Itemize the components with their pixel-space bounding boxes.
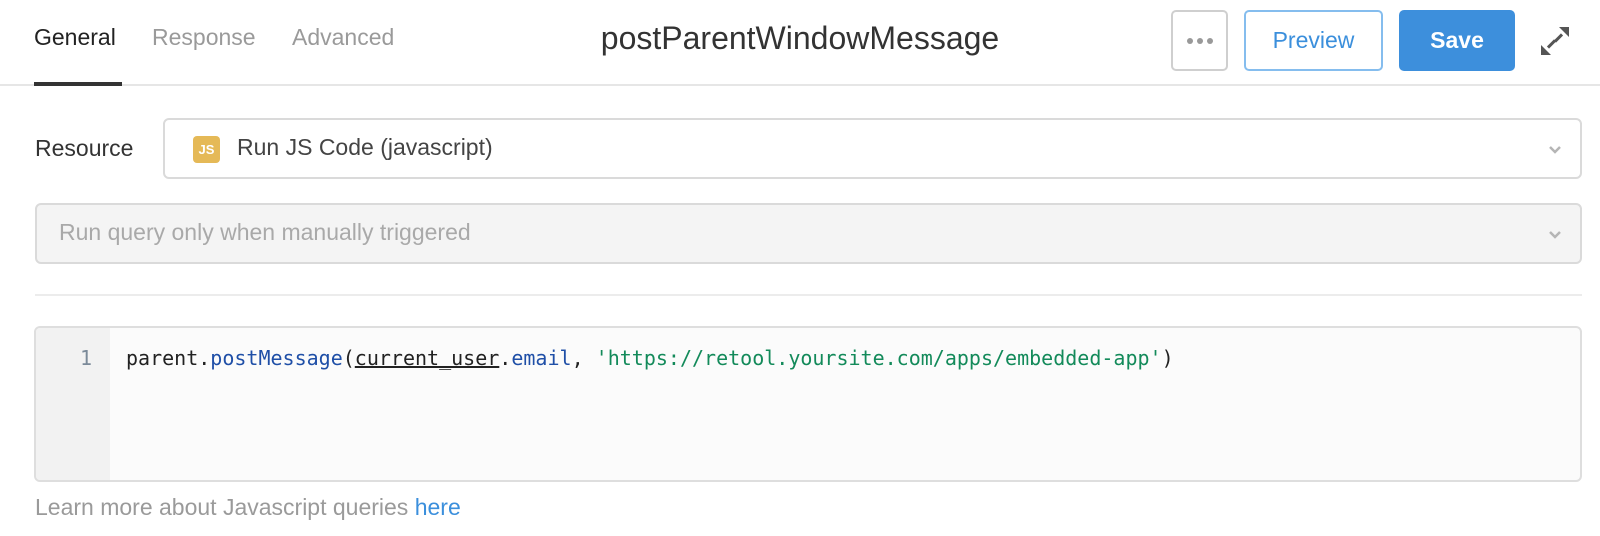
trigger-mode-value: Run query only when manually triggered: [59, 219, 471, 245]
code-token-dot: .: [499, 346, 512, 370]
code-token-string: 'https://retool.yoursite.com/apps/embedd…: [595, 346, 1162, 370]
tab-advanced[interactable]: Advanced: [292, 24, 394, 51]
code-token-paren-close: ): [1161, 346, 1174, 370]
help-text-body: Learn more about Javascript queries: [35, 494, 415, 520]
expand-arrows-icon[interactable]: [1540, 26, 1570, 56]
resource-value: Run JS Code (javascript): [237, 134, 493, 160]
ellipsis-icon: [1186, 37, 1213, 44]
help-link[interactable]: here: [415, 494, 461, 520]
resource-label: Resource: [35, 135, 134, 161]
query-editor-header: General Response Advanced postParentWind…: [0, 0, 1600, 86]
line-number: 1: [80, 346, 93, 370]
query-title[interactable]: postParentWindowMessage: [601, 20, 999, 56]
trigger-mode-select[interactable]: Run query only when manually triggered: [35, 203, 1582, 264]
code-token-variable: current_user: [354, 346, 500, 370]
tab-general[interactable]: General: [34, 24, 116, 51]
code-token-paren-open: (: [342, 346, 355, 370]
line-gutter: [36, 328, 110, 480]
save-button[interactable]: Save: [1399, 10, 1515, 71]
chevron-down-icon: [1549, 231, 1561, 239]
resource-select[interactable]: JS Run JS Code (javascript): [163, 118, 1582, 179]
code-token-property: email: [511, 346, 572, 370]
code-editor[interactable]: 1 parent.postMessage(current_user.email,…: [34, 326, 1582, 482]
chevron-down-icon: [1549, 146, 1561, 154]
help-text: Learn more about Javascript queries here: [35, 494, 461, 521]
section-divider: [35, 294, 1582, 296]
active-tab-indicator: [34, 82, 122, 86]
javascript-icon: JS: [193, 136, 220, 163]
preview-button[interactable]: Preview: [1244, 10, 1383, 71]
code-line[interactable]: parent.postMessage(current_user.email, '…: [126, 346, 1174, 370]
code-token-comma: ,: [571, 346, 596, 370]
tab-response[interactable]: Response: [152, 24, 256, 51]
code-token-function: postMessage: [210, 346, 343, 370]
code-token-dot: .: [198, 346, 211, 370]
more-options-button[interactable]: [1171, 10, 1228, 71]
code-token-object: parent: [126, 346, 199, 370]
